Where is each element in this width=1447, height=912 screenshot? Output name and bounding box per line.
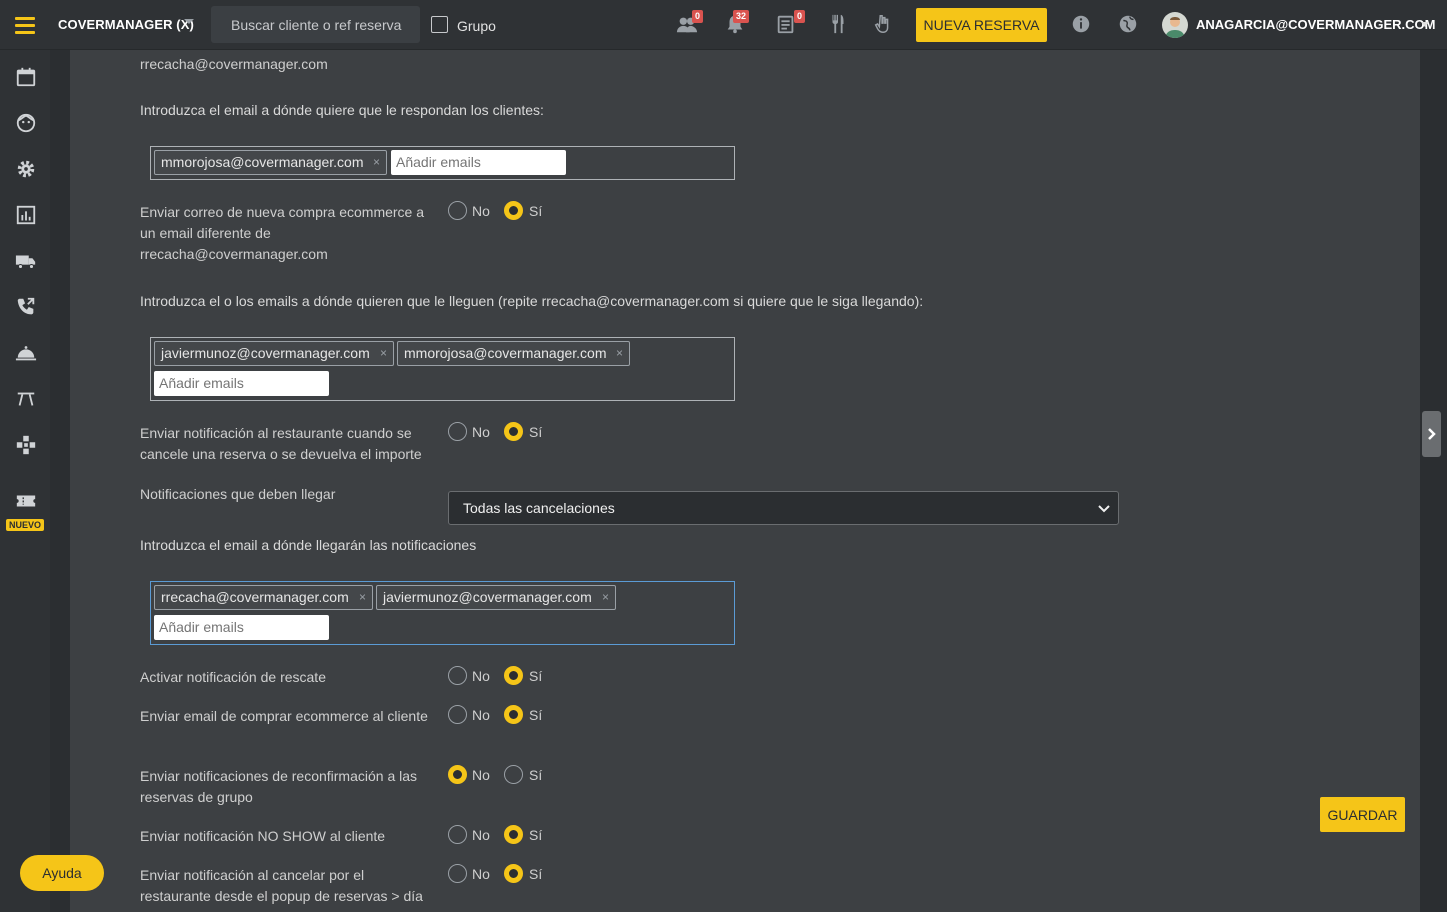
bell-badge: 32: [733, 10, 750, 23]
email-tag[interactable]: javiermunoz@covermanager.com ×: [154, 341, 394, 366]
add-emails-input[interactable]: [391, 150, 566, 175]
cutlery-icon[interactable]: [827, 13, 849, 35]
new-reservation-button[interactable]: NUEVA RESERVA: [916, 8, 1047, 42]
globe-icon[interactable]: [1117, 13, 1139, 35]
reconfirm-group-yes-radio[interactable]: [504, 765, 523, 784]
info-icon[interactable]: [1070, 13, 1092, 35]
chevron-down-icon[interactable]: [1421, 22, 1429, 27]
notif-email-prompt: Introduzca el email a dónde llegarán las…: [140, 537, 477, 553]
no-label: No: [472, 767, 490, 783]
reconfirm-group-label: Enviar notificaciones de reconfirmación …: [140, 768, 418, 805]
notif-types-select[interactable]: Todas las cancelaciones: [448, 491, 1119, 525]
chevron-right-icon: [1427, 428, 1436, 440]
sidebar: NUEVO: [0, 50, 50, 912]
table-icon[interactable]: [15, 388, 37, 410]
ticket-icon[interactable]: [15, 490, 37, 512]
reply-to-email-field[interactable]: mmorojosa@covermanager.com ×: [150, 146, 735, 180]
remove-tag-icon[interactable]: ×: [373, 151, 380, 174]
grupo-label: Grupo: [457, 18, 496, 34]
ecommerce-client-label: Enviar email de comprar ecommerce al cli…: [140, 708, 428, 724]
noshow-label: Enviar notificación NO SHOW al cliente: [140, 828, 386, 844]
yes-label: Sí: [529, 203, 543, 219]
add-emails-input[interactable]: [154, 371, 329, 396]
save-button[interactable]: GUARDAR: [1320, 797, 1405, 832]
notif-email-field[interactable]: rrecacha@covermanager.com × javiermunoz@c…: [150, 581, 735, 645]
calendar-icon[interactable]: [15, 66, 37, 88]
cancel-notify-label: Enviar notificación al restaurante cuand…: [140, 425, 422, 462]
chart-icon[interactable]: [15, 204, 37, 226]
tasks-badge: 0: [794, 10, 806, 23]
ecommerce-diff-label: Enviar correo de nueva compra ecommerce …: [140, 204, 425, 262]
cancel-popup-no-radio[interactable]: [448, 864, 467, 883]
email-tag[interactable]: rrecacha@covermanager.com ×: [154, 585, 373, 610]
add-emails-input[interactable]: [154, 615, 329, 640]
email-tag[interactable]: javiermunoz@covermanager.com ×: [376, 585, 616, 610]
ecommerce-client-yes-radio[interactable]: [504, 705, 523, 724]
brand-selector[interactable]: COVERMANAGER (X): [58, 17, 194, 32]
no-label: No: [472, 707, 490, 723]
noshow-no-radio[interactable]: [448, 825, 467, 844]
chevron-down-icon: [1098, 505, 1110, 513]
cancel-popup-yes-radio[interactable]: [504, 864, 523, 883]
remove-tag-icon[interactable]: ×: [359, 586, 366, 609]
no-label: No: [472, 203, 490, 219]
expand-panel-button[interactable]: [1422, 411, 1441, 457]
ecommerce-emails-prompt: Introduzca el o los emails a dónde quier…: [140, 293, 924, 309]
no-label: No: [472, 827, 490, 843]
phone-icon[interactable]: [15, 296, 37, 318]
chevron-down-icon[interactable]: [184, 19, 194, 24]
reconfirm-group-no-radio[interactable]: [448, 765, 467, 784]
remove-tag-icon[interactable]: ×: [602, 586, 609, 609]
yes-label: Sí: [529, 767, 543, 783]
new-badge: NUEVO: [6, 519, 45, 531]
avatar[interactable]: [1162, 12, 1188, 38]
yes-label: Sí: [529, 827, 543, 843]
right-pane: [1420, 50, 1447, 912]
rescue-no-radio[interactable]: [448, 666, 467, 685]
reply-to-prompt: Introduzca el email a dónde quiere que l…: [140, 102, 544, 118]
email-tag[interactable]: mmorojosa@covermanager.com ×: [397, 341, 630, 366]
remove-tag-icon[interactable]: ×: [616, 342, 623, 365]
rescue-yes-radio[interactable]: [504, 666, 523, 685]
cancel-notify-yes-radio[interactable]: [504, 422, 523, 441]
yes-label: Sí: [529, 424, 543, 440]
help-button[interactable]: Ayuda: [20, 855, 104, 891]
search-input[interactable]: [211, 6, 420, 43]
plugin-icon[interactable]: [15, 434, 37, 456]
cloche-icon[interactable]: [15, 342, 37, 364]
no-label: No: [472, 866, 490, 882]
rescue-label: Activar notificación de rescate: [140, 669, 326, 685]
grupo-checkbox[interactable]: [431, 16, 448, 33]
ecommerce-client-no-radio[interactable]: [448, 705, 467, 724]
face-icon[interactable]: [15, 112, 37, 134]
cancel-notify-no-radio[interactable]: [448, 422, 467, 441]
remove-tag-icon[interactable]: ×: [380, 342, 387, 365]
cancel-popup-label: Enviar notificación al cancelar por el r…: [140, 867, 423, 904]
ecommerce-diff-no-radio[interactable]: [448, 201, 467, 220]
top-bar: COVERMANAGER (X) Grupo 0 32 0 NUEVA RESE…: [0, 0, 1447, 50]
menu-icon[interactable]: [0, 0, 50, 50]
truck-icon[interactable]: [15, 250, 37, 272]
gear-icon[interactable]: [15, 158, 37, 180]
yes-label: Sí: [529, 866, 543, 882]
ecommerce-email-field[interactable]: javiermunoz@covermanager.com × mmorojosa@…: [150, 337, 735, 401]
hand-icon[interactable]: [872, 13, 894, 35]
yes-label: Sí: [529, 707, 543, 723]
people-badge: 0: [692, 10, 704, 23]
current-email: rrecacha@covermanager.com: [140, 56, 328, 72]
yes-label: Sí: [529, 668, 543, 684]
user-email[interactable]: ANAGARCIA@COVERMANAGER.COM: [1196, 17, 1435, 32]
notif-types-label: Notificaciones que deben llegar: [140, 486, 336, 502]
no-label: No: [472, 668, 490, 684]
no-label: No: [472, 424, 490, 440]
ecommerce-diff-yes-radio[interactable]: [504, 201, 523, 220]
noshow-yes-radio[interactable]: [504, 825, 523, 844]
email-tag[interactable]: mmorojosa@covermanager.com ×: [154, 150, 387, 175]
